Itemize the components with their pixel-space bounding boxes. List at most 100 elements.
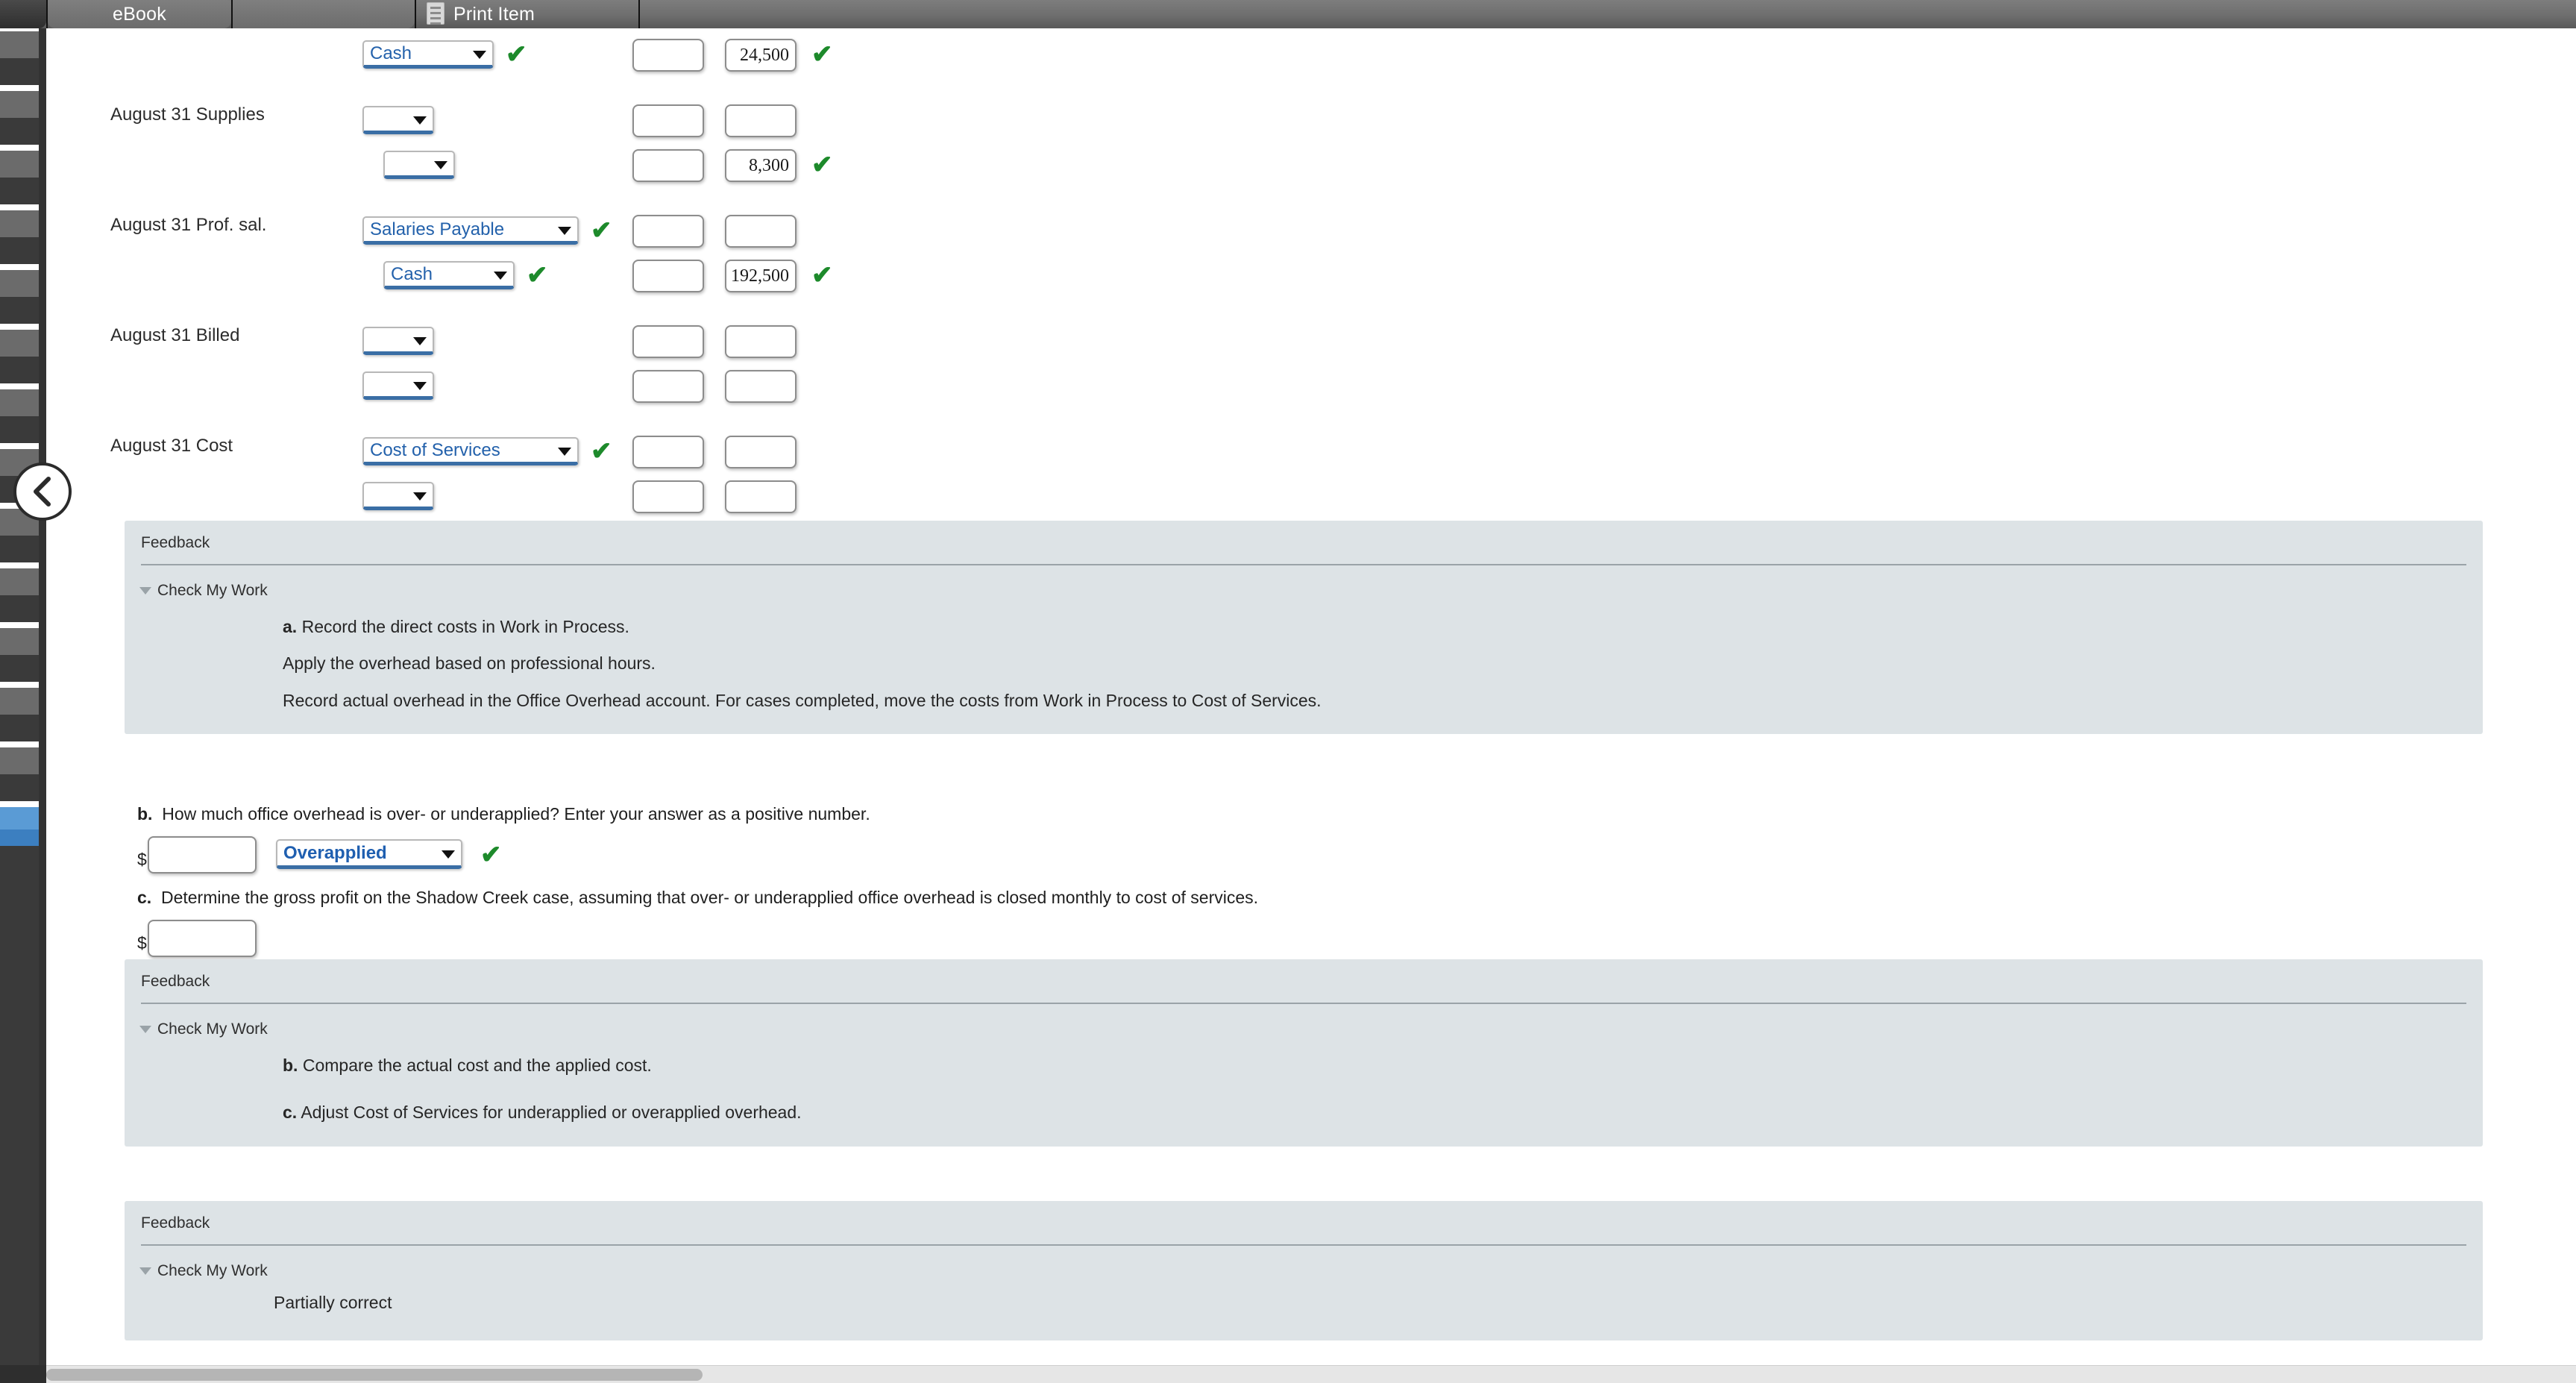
feedback-title: Feedback [141, 534, 210, 551]
sidebar-item[interactable] [0, 330, 43, 357]
chevron-down-icon [413, 116, 427, 125]
journal-entry-row: August 31 Supplies 8,300 ✔ [46, 95, 867, 203]
print-item-label: Print Item [453, 3, 535, 25]
sidebar-item-shadow [0, 595, 43, 622]
sidebar-item[interactable] [0, 210, 43, 237]
account-select[interactable] [362, 482, 434, 510]
credit-amount-input[interactable] [725, 325, 797, 358]
sidebar-item[interactable] [0, 688, 43, 715]
feedback-body: b. Compare the actual cost and the appli… [125, 1038, 2483, 1147]
account-select[interactable] [362, 327, 434, 355]
credit-amount-input[interactable]: 192,500 [725, 260, 797, 292]
line-marker: b. [283, 1056, 298, 1075]
debit-amount-input[interactable] [632, 370, 704, 403]
check-my-work-label: Check My Work [157, 582, 268, 599]
sidebar-item-shadow [0, 58, 43, 85]
account-select[interactable] [362, 106, 434, 134]
line-text: Adjust Cost of Services for underapplied… [301, 1103, 802, 1123]
sidebar-item[interactable] [0, 31, 43, 58]
sidebar-item-active-bottom [0, 830, 43, 846]
account-select[interactable]: Cost of Services [362, 437, 579, 465]
sidebar-item-gap [0, 562, 43, 568]
credit-amount-input[interactable] [725, 436, 797, 468]
sidebar-item[interactable] [0, 628, 43, 655]
sidebar-item[interactable] [0, 270, 43, 297]
feedback-line: b. Compare the actual cost and the appli… [125, 1053, 2483, 1100]
line-marker: c. [283, 1103, 298, 1123]
sidebar-item-gap [0, 801, 43, 807]
credit-amount-input[interactable] [725, 370, 797, 403]
sidebar-item-shadow [0, 416, 43, 443]
currency-symbol: $ [137, 850, 147, 869]
triangle-down-icon [139, 587, 151, 595]
check-my-work-toggle-bc[interactable]: Check My Work [125, 1004, 2483, 1038]
feedback-line: a. Record the direct costs in Work in Pr… [125, 615, 2483, 651]
correct-check-icon: ✔ [527, 261, 548, 289]
question-c-input[interactable] [148, 920, 257, 957]
scrollbar-thumb[interactable] [46, 1369, 703, 1381]
feedback-line: Record actual overhead in the Office Ove… [283, 690, 1322, 710]
sidebar-item-gap [0, 324, 43, 330]
account-select[interactable]: Cash [362, 40, 494, 69]
question-b-input[interactable] [148, 836, 257, 874]
debit-amount-input[interactable] [632, 325, 704, 358]
sidebar-item[interactable] [0, 151, 43, 178]
sidebar-collapse-button[interactable] [13, 462, 72, 521]
button-print-item[interactable]: Print Item [418, 0, 638, 28]
sidebar-item[interactable] [0, 389, 43, 416]
sidebar-item-shadow [0, 774, 43, 801]
correct-check-icon: ✔ [506, 40, 527, 69]
question-c-text: c. Determine the gross profit on the Sha… [137, 888, 2449, 908]
sidebar-item[interactable] [0, 91, 43, 118]
debit-amount-input[interactable] [632, 215, 704, 248]
tab-ebook[interactable]: eBook [48, 0, 231, 28]
credit-amount-input[interactable] [725, 104, 797, 137]
sidebar-item-shadow [0, 237, 43, 264]
sidebar-item[interactable] [0, 747, 43, 774]
question-b-select[interactable]: Overapplied [276, 839, 462, 869]
chevron-down-icon [413, 492, 427, 501]
debit-amount-input[interactable] [632, 480, 704, 513]
chevron-left-icon [34, 477, 51, 507]
tab-blank[interactable] [233, 0, 415, 28]
check-my-work-toggle-overall[interactable]: Check My Work [125, 1246, 2483, 1280]
debit-amount-input[interactable] [632, 104, 704, 137]
feedback-title: Feedback [141, 973, 210, 990]
credit-amount-input[interactable] [725, 215, 797, 248]
journal-entry-date: August 31 Cost [110, 436, 233, 456]
chevron-down-icon [558, 226, 571, 235]
sidebar-item-shadow [0, 118, 43, 145]
question-c-answer-row: $ [137, 917, 2449, 957]
credit-amount-input[interactable] [725, 480, 797, 513]
chevron-down-icon [442, 850, 455, 859]
toolbar-divider [415, 0, 416, 28]
journal-entry-date: August 31 Prof. sal. [110, 215, 267, 235]
check-my-work-label: Check My Work [157, 1262, 268, 1279]
account-select[interactable]: Salaries Payable [362, 216, 579, 245]
account-select[interactable] [362, 371, 434, 400]
account-select[interactable] [383, 151, 455, 179]
horizontal-scrollbar[interactable] [46, 1365, 2576, 1383]
debit-amount-input[interactable] [632, 436, 704, 468]
feedback-panel-a: Feedback Check My Work a. Record the dir… [125, 521, 2483, 735]
feedback-body: a. Record the direct costs in Work in Pr… [125, 600, 2483, 734]
sidebar-item-shadow [0, 655, 43, 682]
check-my-work-toggle-a[interactable]: Check My Work [125, 565, 2483, 600]
question-c: c. Determine the gross profit on the Sha… [137, 888, 2449, 957]
debit-amount-input[interactable] [632, 260, 704, 292]
question-c-marker: c. [137, 888, 152, 907]
sidebar-item[interactable] [0, 568, 43, 595]
account-select[interactable]: Cash [383, 261, 515, 289]
sidebar-item-shadow [0, 357, 43, 383]
credit-amount-input[interactable]: 24,500 [725, 39, 797, 72]
debit-amount-input[interactable] [632, 39, 704, 72]
sidebar-item-active[interactable] [0, 807, 43, 830]
feedback-body: Partially correct [125, 1280, 2483, 1340]
chevron-down-icon [558, 447, 571, 456]
triangle-down-icon [139, 1026, 151, 1033]
debit-amount-input[interactable] [632, 149, 704, 182]
feedback-title: Feedback [141, 1214, 210, 1232]
question-b-answer-row: $ Overapplied ✔ [137, 833, 2449, 874]
account-select-value: Cash [391, 263, 433, 284]
credit-amount-input[interactable]: 8,300 [725, 149, 797, 182]
